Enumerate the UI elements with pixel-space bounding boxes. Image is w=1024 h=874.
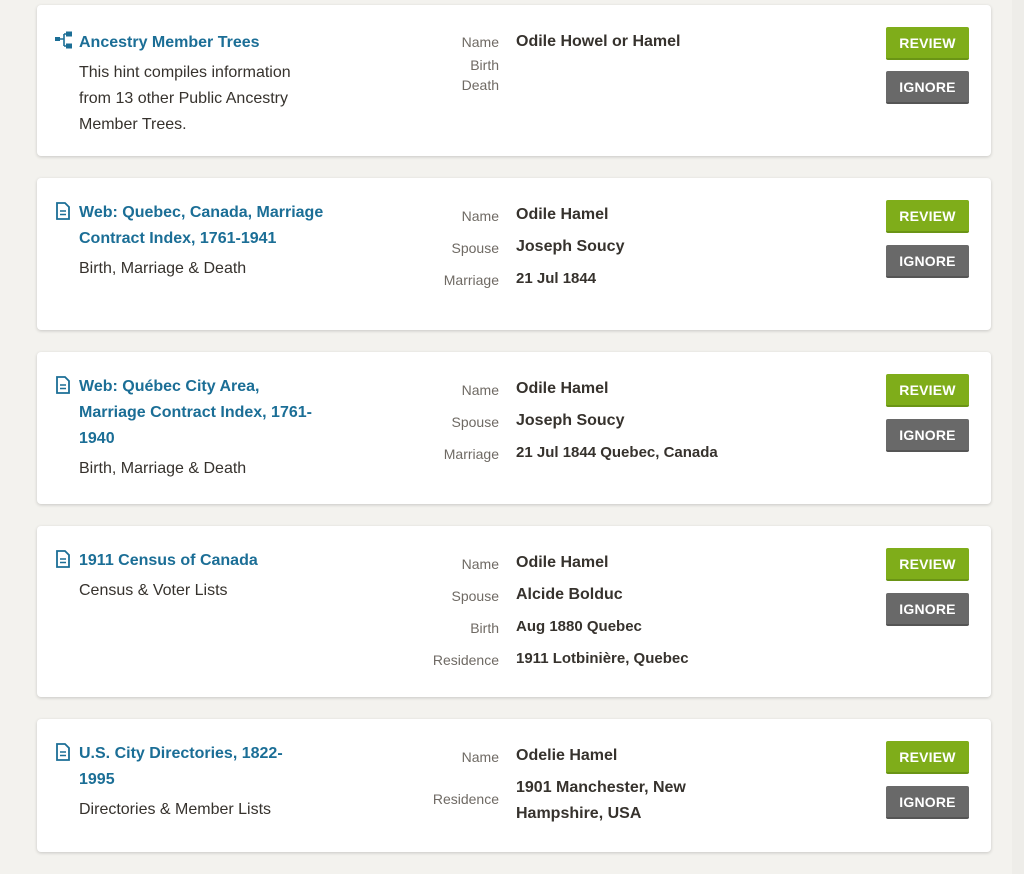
field-value: Aug 1880 Quebec <box>516 618 642 635</box>
scrollbar-track[interactable] <box>1012 0 1024 874</box>
field-row: Name Odile Hamel <box>417 376 756 408</box>
field-row: Marriage 21 Jul 1844 <box>417 266 756 298</box>
review-button[interactable]: REVIEW <box>886 27 969 60</box>
field-label: Name <box>461 34 499 50</box>
hint-title-link[interactable]: Web: Québec City Area, Marriage Contract… <box>79 374 329 452</box>
field-label: Name <box>461 382 499 398</box>
field-row: Birth Aug 1880 Quebec <box>417 614 756 646</box>
field-value: Odile Hamel <box>516 380 609 397</box>
hint-source: Ancestry Member Trees This hint compiles… <box>55 30 345 138</box>
hint-subtitle: Birth, Marriage & Death <box>79 460 247 477</box>
field-row: Death <box>417 73 756 93</box>
document-icon <box>55 374 79 400</box>
ignore-button[interactable]: IGNORE <box>886 593 969 626</box>
field-value: Odile Howel or Hamel <box>516 33 681 50</box>
field-row: Name Odelie Hamel <box>417 743 756 775</box>
hint-title-link[interactable]: Ancestry Member Trees <box>79 30 309 56</box>
hint-title-link[interactable]: U.S. City Directories, 1822-1995 <box>79 741 309 793</box>
document-icon <box>55 741 79 767</box>
hint-card: Web: Quebec, Canada, Marriage Contract I… <box>37 178 991 330</box>
hint-fields: Name Odile Hamel Spouse Joseph Soucy Mar… <box>417 376 756 472</box>
field-value: Odelie Hamel <box>516 747 618 764</box>
field-label: Spouse <box>451 414 499 430</box>
hint-source: 1911 Census of Canada Census & Voter Lis… <box>55 548 345 604</box>
ignore-button[interactable]: IGNORE <box>886 245 969 278</box>
field-label: Birth <box>470 620 499 636</box>
hint-source: Web: Quebec, Canada, Marriage Contract I… <box>55 200 345 282</box>
hint-source: U.S. City Directories, 1822-1995 Directo… <box>55 741 345 823</box>
hint-card: Ancestry Member Trees This hint compiles… <box>37 5 991 156</box>
field-label: Name <box>461 556 499 572</box>
hint-subtitle: Birth, Marriage & Death <box>79 260 247 277</box>
field-value: Odile Hamel <box>516 554 609 571</box>
field-label: Residence <box>432 791 499 807</box>
review-button[interactable]: REVIEW <box>886 741 969 774</box>
hint-card: 1911 Census of Canada Census & Voter Lis… <box>37 526 991 697</box>
field-value: Alcide Bolduc <box>516 586 623 603</box>
field-value: Odile Hamel <box>516 206 609 223</box>
field-label: Spouse <box>451 588 499 604</box>
hint-fields: Name Odile Hamel Spouse Alcide Bolduc Bi… <box>417 550 756 678</box>
field-value: 21 Jul 1844 Quebec, Canada <box>516 444 718 461</box>
field-label: Marriage <box>443 272 499 288</box>
field-label: Spouse <box>451 240 499 256</box>
field-row: Spouse Joseph Soucy <box>417 234 756 266</box>
hint-card: Web: Québec City Area, Marriage Contract… <box>37 352 991 504</box>
hint-card: U.S. City Directories, 1822-1995 Directo… <box>37 719 991 852</box>
field-value: 1901 Manchester, New Hampshire, USA <box>516 779 686 822</box>
field-row: Residence 1911 Lotbinière, Quebec <box>417 646 756 678</box>
field-label: Birth <box>470 57 499 73</box>
hint-source: Web: Québec City Area, Marriage Contract… <box>55 374 345 482</box>
hint-title-link[interactable]: 1911 Census of Canada <box>79 548 329 574</box>
family-tree-icon <box>55 30 79 56</box>
hint-subtitle: This hint compiles information from 13 o… <box>79 64 291 133</box>
ignore-button[interactable]: IGNORE <box>886 786 969 819</box>
document-icon <box>55 548 79 574</box>
field-row: Birth <box>417 53 756 73</box>
hint-subtitle: Directories & Member Lists <box>79 801 272 818</box>
field-label: Death <box>461 77 499 93</box>
field-row: Marriage 21 Jul 1844 Quebec, Canada <box>417 440 756 472</box>
ignore-button[interactable]: IGNORE <box>886 419 969 452</box>
field-row: Spouse Alcide Bolduc <box>417 582 756 614</box>
hint-fields: Name Odelie Hamel Residence 1901 Manches… <box>417 743 756 827</box>
document-icon <box>55 200 79 226</box>
field-value: Joseph Soucy <box>516 412 625 429</box>
field-value: 21 Jul 1844 <box>516 270 597 287</box>
hint-title-link[interactable]: Web: Quebec, Canada, Marriage Contract I… <box>79 200 329 252</box>
review-button[interactable]: REVIEW <box>886 374 969 407</box>
field-row: Residence 1901 Manchester, New Hampshire… <box>417 775 756 827</box>
field-label: Marriage <box>443 446 499 462</box>
field-row: Spouse Joseph Soucy <box>417 408 756 440</box>
hint-fields: Name Odile Howel or Hamel Birth Death <box>417 31 756 93</box>
field-row: Name Odile Howel or Hamel <box>417 31 756 53</box>
field-row: Name Odile Hamel <box>417 202 756 234</box>
field-value: 1911 Lotbinière, Quebec <box>516 650 689 667</box>
hint-list: Ancestry Member Trees This hint compiles… <box>37 5 991 874</box>
field-value: Joseph Soucy <box>516 238 625 255</box>
review-button[interactable]: REVIEW <box>886 200 969 233</box>
hint-fields: Name Odile Hamel Spouse Joseph Soucy Mar… <box>417 202 756 298</box>
hint-subtitle: Census & Voter Lists <box>79 582 228 599</box>
review-button[interactable]: REVIEW <box>886 548 969 581</box>
field-row: Name Odile Hamel <box>417 550 756 582</box>
field-label: Name <box>461 208 499 224</box>
field-label: Name <box>461 749 499 765</box>
field-label: Residence <box>432 652 499 668</box>
ignore-button[interactable]: IGNORE <box>886 71 969 104</box>
